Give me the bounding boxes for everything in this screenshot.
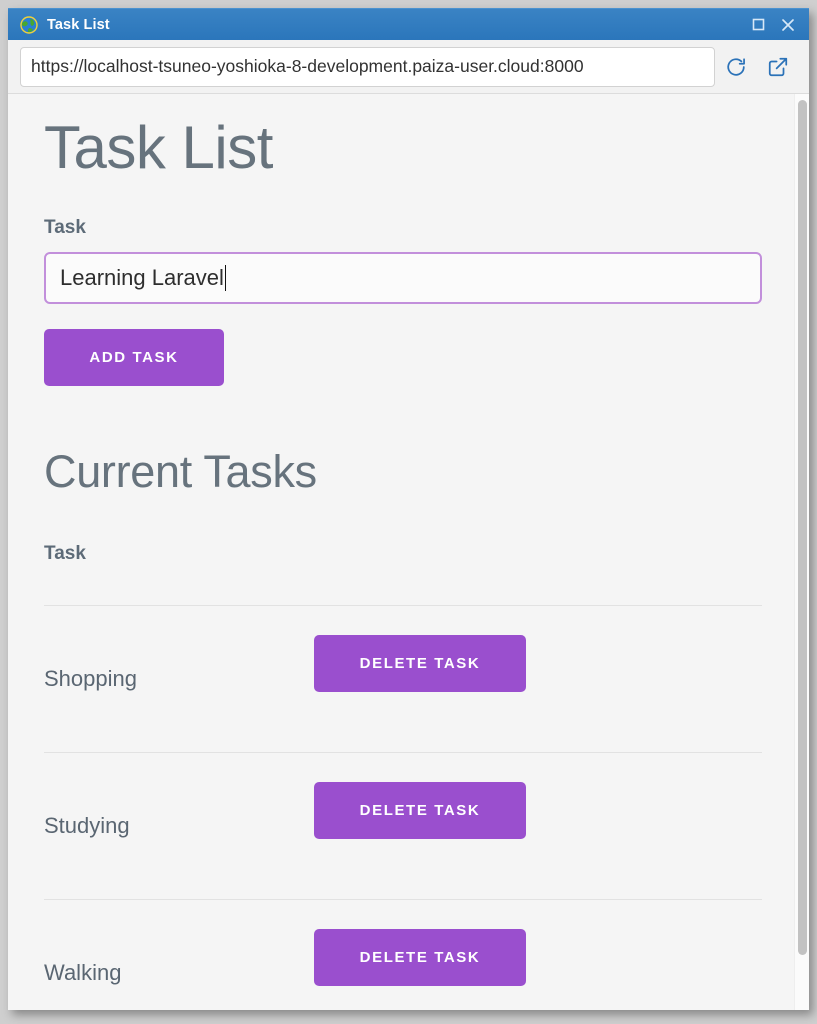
task-row-name: Studying [44,752,314,901]
task-table: Task Shopping DELETE TASK Studying DELET… [44,543,762,1010]
task-row-name: Walking [44,899,314,1010]
close-button[interactable] [773,12,803,38]
open-external-icon[interactable] [757,47,799,87]
column-header-task: Task [44,543,762,607]
page-viewport: Task List Task Learning Laravel ADD TASK… [8,94,809,1010]
text-caret [224,265,227,291]
table-row: Walking DELETE TASK [44,899,762,1010]
table-row: Studying DELETE TASK [44,752,762,901]
task-row-name: Shopping [44,605,314,754]
task-input-value: Learning Laravel [60,265,224,290]
task-row-action: DELETE TASK [314,752,762,901]
url-bar: https://localhost-tsuneo-yoshioka-8-deve… [8,40,809,94]
add-task-button[interactable]: ADD TASK [44,329,224,386]
delete-task-button[interactable]: DELETE TASK [314,781,526,839]
task-table-head: Task [44,543,762,607]
title-bar: Task List [8,8,809,40]
delete-task-button[interactable]: DELETE TASK [314,928,526,986]
task-input[interactable]: Learning Laravel [44,252,762,304]
window-title: Task List [47,16,110,33]
table-row: Shopping DELETE TASK [44,605,762,754]
current-tasks-title: Current Tasks [44,446,317,497]
table-header-row: Task [44,543,762,607]
task-row-action: DELETE TASK [314,899,762,1010]
vertical-scrollbar[interactable] [794,94,809,1010]
delete-task-button[interactable]: DELETE TASK [314,634,526,692]
page-title: Task List [44,114,273,181]
maximize-button[interactable] [743,12,773,38]
page-content: Task List Task Learning Laravel ADD TASK… [8,94,794,1010]
url-input[interactable]: https://localhost-tsuneo-yoshioka-8-deve… [20,46,715,87]
task-field-label: Task [44,217,86,238]
reload-icon[interactable] [715,47,757,87]
task-table-body: Shopping DELETE TASK Studying DELETE TAS… [44,605,762,1010]
task-row-action: DELETE TASK [314,605,762,754]
browser-window: Task List https://localhost-tsuneo-yoshi… [8,8,809,1010]
globe-icon [20,15,38,34]
scrollbar-thumb[interactable] [798,100,807,955]
